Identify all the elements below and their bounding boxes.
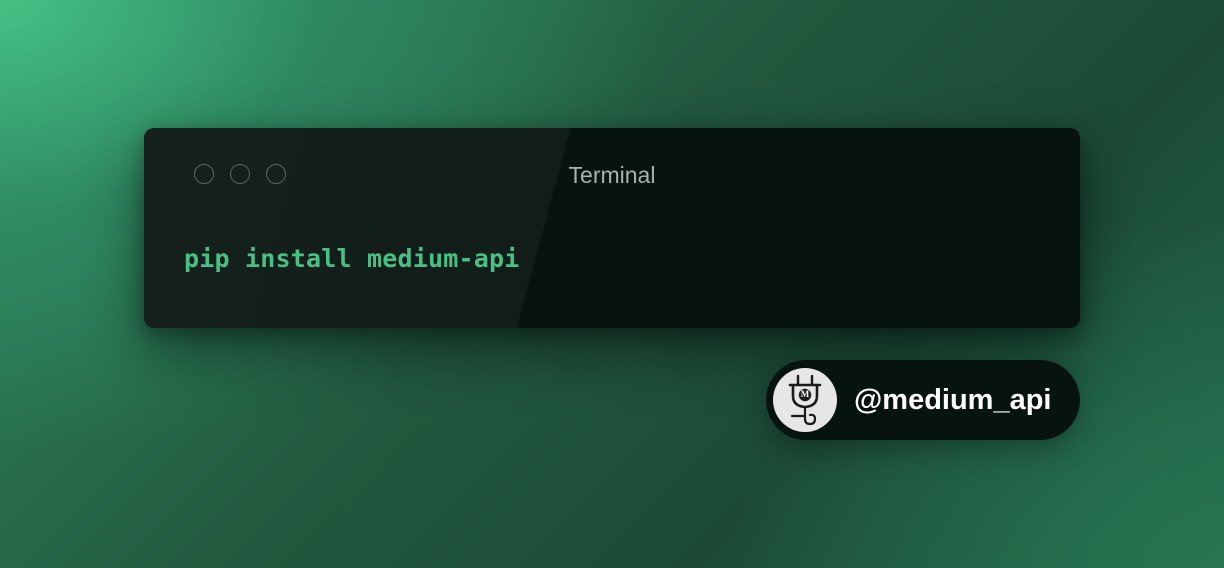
terminal-title: Terminal bbox=[568, 162, 656, 188]
terminal-command[interactable]: pip install medium-api bbox=[184, 244, 520, 273]
terminal-window: Terminal pip install medium-api bbox=[144, 128, 1080, 328]
avatar-logo-letter: M bbox=[800, 389, 810, 399]
plug-m-logo-icon bbox=[788, 374, 822, 426]
social-handle-badge[interactable]: M @medium_api bbox=[766, 360, 1080, 440]
avatar: M bbox=[773, 368, 837, 432]
terminal-sheen bbox=[144, 128, 1080, 328]
handle-text: @medium_api bbox=[854, 384, 1052, 416]
